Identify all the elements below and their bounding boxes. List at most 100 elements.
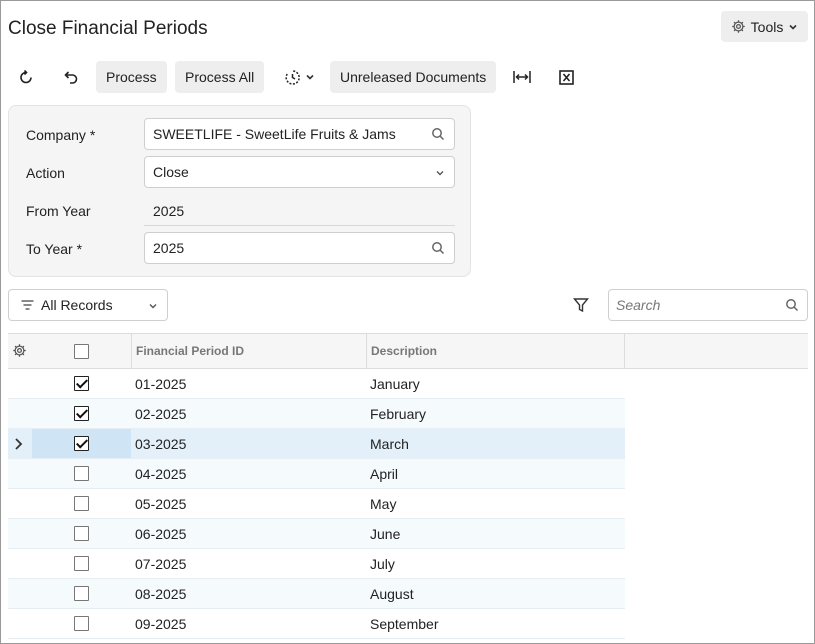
action-select[interactable]: Close [144,156,455,188]
export-excel-button[interactable] [549,61,583,93]
table-row[interactable]: 09-2025 September [8,609,625,639]
app-window: Close Financial Periods Tools Process Pr… [0,0,815,644]
description-cell: March [370,436,409,452]
period-id-cell: 03-2025 [135,436,187,452]
grid-header: Financial Period ID Description [8,333,808,369]
column-separator [624,334,625,368]
undo-icon [63,71,77,84]
row-checkbox[interactable] [74,436,89,451]
description-cell: August [370,586,414,602]
refresh-icon [20,69,32,84]
company-value: SWEETLIFE - SweetLife Fruits & Jams [153,126,396,142]
company-label: Company * [26,127,96,143]
chevron-down-icon [436,171,444,176]
to-year-label: To Year * [26,241,83,257]
table-row[interactable]: 08-2025 August [8,579,625,609]
search-input[interactable] [609,290,779,320]
company-field[interactable]: SWEETLIFE - SweetLife Fruits & Jams [144,118,455,150]
table-row[interactable]: 02-2025 February [8,399,625,429]
row-checkbox[interactable] [74,586,89,601]
fit-columns-button[interactable] [505,61,539,93]
tools-label: Tools [750,18,784,35]
gear-icon [731,20,745,33]
grid-body: 01-2025 January 02-2025 February 03-2025 Marc… [8,369,808,639]
tools-button[interactable]: Tools [721,11,808,42]
grid-search-box[interactable] [608,289,808,321]
row-checkbox[interactable] [74,376,89,391]
search-icon[interactable] [431,241,445,255]
description-cell: May [370,496,397,512]
search-icon[interactable] [785,298,799,312]
chevron-right-icon [15,438,23,450]
row-select-cell [32,519,131,548]
row-select-cell [32,549,131,578]
row-select-cell [32,369,131,398]
description-cell: July [370,556,395,572]
financial-periods-grid: Financial Period ID Description 01-2025 J… [8,333,808,639]
filter-lines-icon [21,300,34,310]
fit-width-icon [513,71,531,83]
row-select-cell [32,489,131,518]
table-row[interactable]: 06-2025 June [8,519,625,549]
select-all-checkbox[interactable] [74,344,89,359]
to-year-value: 2025 [153,240,185,256]
description-cell: January [370,376,420,392]
page-title: Close Financial Periods [8,18,208,39]
chevron-down-icon [149,304,157,309]
schedule-menu-button[interactable] [277,61,321,93]
column-header-period-id[interactable]: Financial Period ID [136,334,244,368]
refresh-button[interactable] [9,61,43,93]
action-value: Close [153,164,189,180]
chevron-down-icon [789,24,797,30]
period-id-cell: 05-2025 [135,496,187,512]
table-row[interactable]: 01-2025 January [8,369,625,399]
excel-icon [558,69,574,85]
period-id-cell: 02-2025 [135,406,187,422]
description-cell: April [370,466,399,482]
action-label: Action [26,165,65,181]
period-id-cell: 04-2025 [135,466,187,482]
to-year-field[interactable]: 2025 [144,232,455,264]
records-filter-label: All Records [41,297,113,313]
filter-form-panel: Company * SWEETLIFE - SweetLife Fruits &… [8,105,471,277]
unreleased-documents-button[interactable]: Unreleased Documents [330,61,497,93]
search-icon[interactable] [431,127,445,141]
row-checkbox[interactable] [74,406,89,421]
records-filter-dropdown[interactable]: All Records [8,289,168,321]
row-select-cell [32,399,131,428]
row-checkbox[interactable] [74,526,89,541]
undo-button[interactable] [53,61,87,93]
period-id-cell: 07-2025 [135,556,187,572]
table-row[interactable]: 03-2025 March [8,429,625,459]
process-button[interactable]: Process [96,61,167,93]
filter-funnel-icon[interactable] [573,297,589,313]
field-divider [144,225,455,226]
from-year-value: 2025 [153,203,185,219]
column-separator [366,334,367,368]
column-separator [131,334,132,368]
from-year-label: From Year [26,203,91,219]
row-checkbox[interactable] [74,496,89,511]
row-select-cell [32,579,131,608]
table-row[interactable]: 05-2025 May [8,489,625,519]
description-cell: June [370,526,401,542]
row-select-cell [32,429,131,458]
process-all-button[interactable]: Process All [175,61,265,93]
row-checkbox[interactable] [74,466,89,481]
row-select-cell [32,459,131,488]
chevron-down-icon [305,74,314,80]
row-select-cell [32,609,131,638]
period-id-cell: 06-2025 [135,526,187,542]
row-checkbox[interactable] [74,556,89,571]
period-id-cell: 01-2025 [135,376,187,392]
row-checkbox[interactable] [74,616,89,631]
table-row[interactable]: 04-2025 April [8,459,625,489]
period-id-cell: 09-2025 [135,616,187,632]
description-cell: September [370,616,439,632]
period-id-cell: 08-2025 [135,586,187,602]
gear-icon[interactable] [12,343,27,358]
toolbar: Process Process All Unreleased Documents [1,61,814,93]
description-cell: February [370,406,427,422]
column-header-description[interactable]: Description [371,334,437,368]
table-row[interactable]: 07-2025 July [8,549,625,579]
